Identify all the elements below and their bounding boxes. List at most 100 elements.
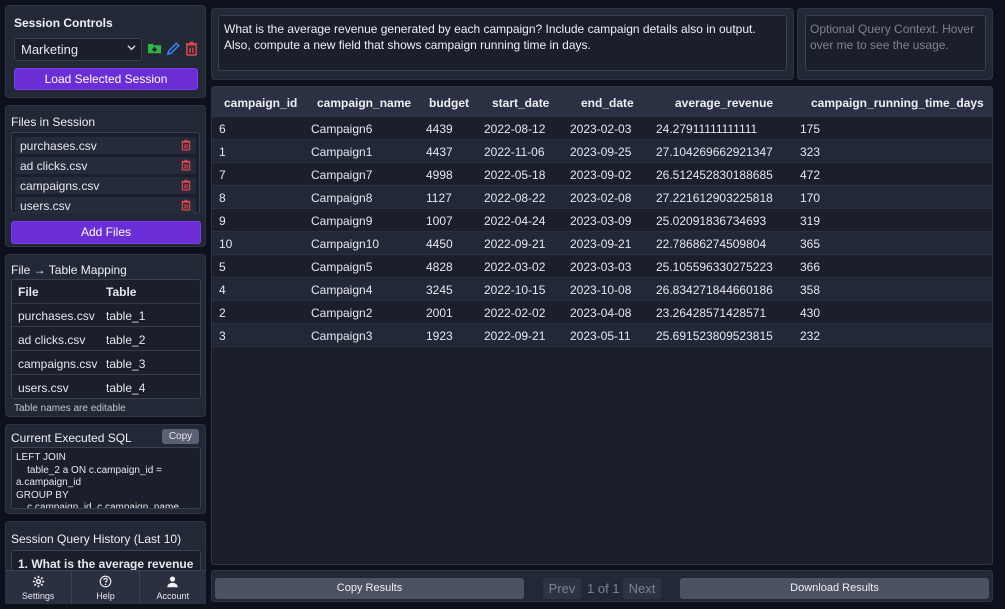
table-cell: 5: [219, 260, 226, 274]
trash-icon[interactable]: [181, 159, 191, 171]
load-session-button[interactable]: Load Selected Session: [14, 68, 198, 90]
table-cell: 25.691523809523815: [656, 329, 773, 343]
chevron-down-icon: [127, 43, 136, 55]
file-name: campaigns.csv: [20, 179, 100, 193]
table-cell: 2022-08-12: [484, 122, 546, 136]
mapping-table: File Table purchases.csv table_1 ad clic…: [11, 279, 201, 399]
nav-settings-label: Settings: [21, 591, 55, 601]
table-cell: 2001: [426, 306, 453, 320]
sql-text[interactable]: LEFT JOIN table_2 a ON c.campaign_id = a…: [11, 447, 201, 509]
session-select[interactable]: Marketing: [14, 38, 142, 61]
col-header[interactable]: campaign_running_time_days: [811, 96, 984, 110]
query-input[interactable]: What is the average revenue generated by…: [218, 15, 787, 71]
table-cell: 3245: [426, 283, 453, 297]
table-cell: Campaign5: [311, 260, 373, 274]
mapping-row: ad clicks.csv table_2: [12, 327, 200, 351]
table-cell: 2023-02-08: [570, 191, 632, 205]
table-cell: 2: [219, 306, 226, 320]
download-results-button[interactable]: Download Results: [680, 578, 989, 599]
table-cell: 358: [800, 283, 821, 297]
mapping-panel: File → Table Mapping File Table purchase…: [5, 254, 206, 417]
nav-help-label: Help: [96, 591, 115, 601]
edit-pencil-icon[interactable]: [166, 41, 182, 57]
copy-results-button[interactable]: Copy Results: [215, 578, 524, 599]
table-cell: 3: [219, 329, 226, 343]
table-cell: 472: [800, 168, 821, 182]
table-cell: 2022-04-24: [484, 214, 546, 228]
trash-icon[interactable]: [181, 199, 191, 211]
table-cell: Campaign3: [311, 329, 373, 343]
table-cell: 319: [800, 214, 821, 228]
nav-settings[interactable]: Settings: [5, 571, 73, 604]
table-row: 6 Campaign6 4439 2022-08-12 2023-02-03 24.279…: [212, 117, 992, 140]
col-header[interactable]: budget: [429, 96, 469, 110]
trash-icon[interactable]: [181, 179, 191, 191]
table-cell: Campaign8: [311, 191, 373, 205]
mapping-table-name[interactable]: table_2: [106, 333, 145, 347]
table-cell: 2022-09-21: [484, 329, 546, 343]
file-list: purchases.csv ad clicks.csv campaigns.cs…: [11, 132, 200, 214]
table-cell: 2023-03-09: [570, 214, 632, 228]
session-controls-title: Session Controls: [14, 16, 113, 30]
table-cell: Campaign2: [311, 306, 373, 320]
col-header[interactable]: campaign_name: [317, 96, 411, 110]
table-cell: Campaign7: [311, 168, 373, 182]
table-cell: 2023-09-25: [570, 145, 632, 159]
table-cell: 24.27911111111111: [656, 122, 758, 136]
mapping-file: purchases.csv: [18, 309, 95, 323]
table-cell: 10: [219, 237, 233, 251]
file-item: users.csv: [15, 197, 196, 214]
table-row: 1 Campaign1 4437 2022-11-06 2023-09-25 27.104…: [212, 140, 992, 163]
table-cell: 23.26428571428571: [656, 306, 767, 320]
table-cell: 4828: [426, 260, 453, 274]
nav-account-label: Account: [156, 591, 190, 601]
table-row: 9 Campaign9 1007 2022-04-24 2023-03-09 25.020…: [212, 209, 992, 232]
table-cell: 2023-04-08: [570, 306, 632, 320]
col-header[interactable]: campaign_id: [224, 96, 297, 110]
table-cell: 22.78686274509804: [656, 237, 767, 251]
table-cell: 1127: [426, 191, 452, 205]
query-panel: What is the average revenue generated by…: [211, 8, 794, 80]
file-name: ad clicks.csv: [20, 159, 88, 173]
mapping-table-name[interactable]: table_4: [106, 381, 145, 395]
add-files-button[interactable]: Add Files: [11, 221, 201, 244]
mapping-title: File → Table Mapping: [11, 263, 127, 277]
query-context-input[interactable]: Optional Query Context. Hover over me to…: [805, 15, 986, 71]
nav-help[interactable]: Help: [72, 571, 140, 604]
table-cell: 2022-09-21: [484, 237, 546, 251]
nav-account[interactable]: Account: [140, 571, 206, 604]
col-header[interactable]: average_revenue: [675, 96, 773, 110]
mapping-table-name[interactable]: table_3: [106, 357, 145, 371]
trash-icon[interactable]: [181, 139, 191, 151]
history-title: Session Query History (Last 10): [11, 532, 182, 546]
table-cell: 6: [219, 122, 226, 136]
table-cell: 2022-11-06: [484, 145, 545, 159]
mapping-table-name[interactable]: table_1: [106, 309, 145, 323]
table-cell: 4998: [426, 168, 453, 182]
next-page-button[interactable]: Next: [623, 578, 661, 599]
delete-session-icon[interactable]: [185, 41, 201, 57]
table-cell: 9: [219, 214, 226, 228]
copy-sql-button[interactable]: Copy: [162, 429, 199, 444]
table-cell: 26.834271844660186: [656, 283, 773, 297]
col-header[interactable]: end_date: [581, 96, 634, 110]
table-cell: 27.221612903225818: [656, 191, 773, 205]
table-cell: 1923: [426, 329, 453, 343]
table-cell: 8: [219, 191, 226, 205]
prev-page-button[interactable]: Prev: [543, 578, 581, 599]
table-row: 2 Campaign2 2001 2022-02-02 2023-04-08 23.264…: [212, 301, 992, 324]
table-cell: Campaign10: [311, 237, 380, 251]
table-cell: Campaign1: [311, 145, 373, 159]
table-row: 8 Campaign8 1127 2022-08-22 2023-02-08 27.221…: [212, 186, 992, 209]
table-cell: 2022-03-02: [484, 260, 546, 274]
col-header[interactable]: start_date: [492, 96, 549, 110]
table-cell: 2023-05-11: [570, 329, 631, 343]
results-table: campaign_id campaign_name budget start_d…: [211, 86, 993, 565]
table-cell: 430: [800, 306, 821, 320]
bottom-nav: Settings Help Account: [5, 570, 206, 604]
page-indicator: 1 of 1: [587, 581, 620, 596]
table-cell: 4: [219, 283, 226, 297]
table-cell: 4450: [426, 237, 453, 251]
add-folder-icon[interactable]: [147, 41, 163, 57]
table-cell: 2022-08-22: [484, 191, 546, 205]
